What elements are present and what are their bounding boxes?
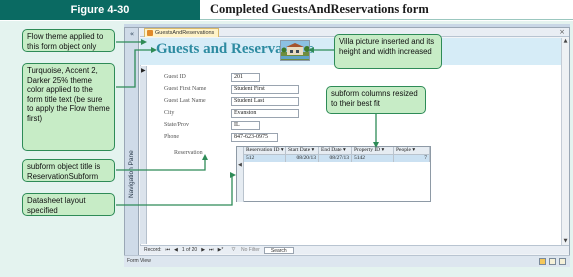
record-navigation-bar: Record: ⏮ ◀ 1 of 20 ▶ ⏭ ▶* ⛛ No Filter S… <box>140 245 569 254</box>
tab-label: GuestsAndReservations <box>155 30 215 36</box>
view-buttons <box>539 258 566 265</box>
guest-first-name-field[interactable]: Student First <box>231 85 299 94</box>
villa-image-icon <box>281 41 309 60</box>
shutter-open-icon[interactable]: « <box>127 30 137 38</box>
subform-header-row: Reservation ID ▾ Start Date ▾ End Date ▾… <box>244 147 430 155</box>
guest-last-name-field[interactable]: Student Last <box>231 97 299 106</box>
state-prov-field[interactable]: IL <box>231 121 260 130</box>
status-bar: Form View <box>124 255 570 267</box>
last-record-icon[interactable]: ⏭ <box>209 247 214 253</box>
cell-people[interactable]: 7 <box>394 155 430 162</box>
callout-turquoise-title: Turquoise, Accent 2, Darker 25% theme co… <box>22 63 115 151</box>
callout-subform-title: subform object title is ReservationSubfo… <box>22 159 115 182</box>
cell-end-date[interactable]: 08/27/13 <box>319 155 352 162</box>
search-input[interactable]: Search <box>263 246 294 254</box>
new-record-icon[interactable]: ▶* <box>218 247 224 253</box>
callout-villa-picture: Villa picture inserted and its height an… <box>334 34 442 69</box>
vertical-scrollbar[interactable]: ▲ ▼ <box>561 38 569 245</box>
table-row[interactable]: 512 08/20/13 08/27/13 5142 7 <box>244 155 430 162</box>
close-icon[interactable]: × <box>559 28 565 37</box>
scroll-up-icon[interactable]: ▲ <box>562 38 569 45</box>
funnel-icon: ⛛ <box>231 247 236 253</box>
reservation-subform[interactable]: ◀ Reservation ID ▾ Start Date ▾ End Date… <box>236 146 431 202</box>
layout-view-icon[interactable] <box>549 258 556 265</box>
subform-record-selector[interactable]: ◀ <box>237 147 244 202</box>
current-record-field[interactable]: 1 of 20 <box>182 247 197 253</box>
scroll-down-icon[interactable]: ▼ <box>562 238 569 245</box>
navigation-pane[interactable]: « Navigation Pane <box>125 28 139 258</box>
guest-first-name-label: Guest First Name <box>164 86 207 92</box>
guest-id-field[interactable]: 201 <box>231 73 260 82</box>
column-header-reservation-id[interactable]: Reservation ID ▾ <box>244 147 286 155</box>
cell-reservation-id[interactable]: 512 <box>244 155 286 162</box>
column-header-end-date[interactable]: End Date ▾ <box>319 147 352 155</box>
figure-header: Figure 4-30 Completed GuestsAndReservati… <box>0 0 573 20</box>
guest-last-name-label: Guest Last Name <box>164 98 206 104</box>
city-label: City <box>164 110 175 116</box>
state-prov-label: State/Prov <box>164 122 189 128</box>
villa-picture[interactable] <box>280 40 310 61</box>
phone-label: Phone <box>164 134 179 140</box>
column-header-people[interactable]: People ▾ <box>394 147 430 155</box>
callout-datasheet-layout: Datasheet layout specified <box>22 193 115 216</box>
form-body <box>140 38 561 245</box>
phone-field[interactable]: 847-623-0975 <box>231 133 278 142</box>
column-header-start-date[interactable]: Start Date ▾ <box>286 147 319 155</box>
design-view-icon[interactable] <box>559 258 566 265</box>
cell-start-date[interactable]: 08/20/13 <box>286 155 319 162</box>
previous-record-icon[interactable]: ◀ <box>174 247 178 253</box>
record-label: Record: <box>144 247 162 253</box>
cell-property-id[interactable]: 5142 <box>352 155 394 162</box>
first-record-icon[interactable]: ⏮ <box>166 247 171 253</box>
city-field[interactable]: Evanston <box>231 109 299 118</box>
navigation-pane-label: Navigation Pane <box>128 150 135 198</box>
reservation-subform-label: Reservation <box>174 150 203 156</box>
next-record-icon[interactable]: ▶ <box>201 247 205 253</box>
guest-id-label: Guest ID <box>164 74 186 80</box>
callout-flow-theme: Flow theme applied to this form object o… <box>22 29 115 52</box>
tab-guests-and-reservations[interactable]: GuestsAndReservations <box>144 28 220 37</box>
status-view-label: Form View <box>127 258 151 264</box>
record-selector[interactable]: ▶ <box>140 66 147 244</box>
record-selector-arrow-icon: ▶ <box>141 67 146 74</box>
form-icon <box>147 30 153 36</box>
no-filter-button[interactable]: ⛛ No Filter <box>227 247 260 253</box>
callout-subform-columns: subform columns resized to their best fi… <box>326 86 426 114</box>
form-view-icon[interactable] <box>539 258 546 265</box>
figure-number: Figure 4-30 <box>0 0 200 20</box>
new-record-arrow-icon: ◀ <box>238 162 242 168</box>
column-header-property-id[interactable]: Property ID ▾ <box>352 147 394 155</box>
figure-title: Completed GuestsAndReservations form <box>200 0 573 20</box>
